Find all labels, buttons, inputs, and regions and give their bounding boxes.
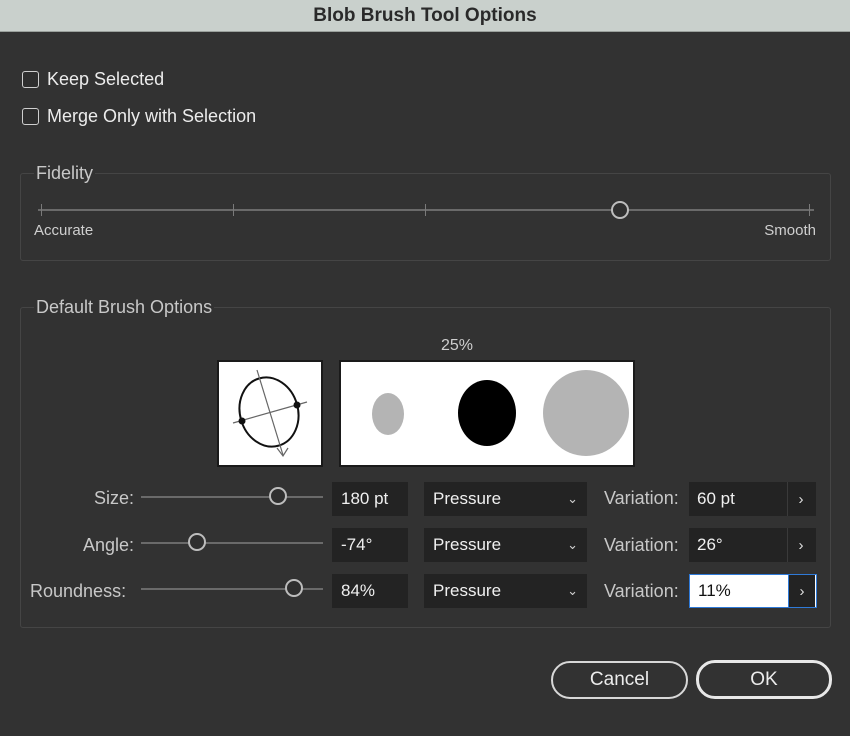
fidelity-title: Fidelity: [34, 163, 96, 184]
roundness-slider[interactable]: [141, 576, 323, 602]
keep-selected-box[interactable]: [22, 71, 39, 88]
fidelity-knob[interactable]: [611, 201, 629, 219]
dialog-titlebar: Blob Brush Tool Options: [0, 0, 850, 32]
brush-size-preview-graphic: [372, 370, 629, 456]
angle-mode-value: Pressure: [433, 535, 502, 554]
fidelity-tick: [233, 204, 234, 216]
size-variation-field[interactable]: 60 pt ›: [689, 482, 816, 516]
size-slider[interactable]: [141, 484, 323, 510]
angle-variation-value[interactable]: 26°: [689, 528, 787, 562]
dialog-title: Blob Brush Tool Options: [313, 4, 537, 26]
keep-selected-checkbox[interactable]: Keep Selected: [22, 69, 164, 90]
chevron-down-icon: ⌄: [567, 537, 578, 552]
fidelity-slider[interactable]: [38, 196, 814, 224]
merge-only-checkbox[interactable]: Merge Only with Selection: [22, 106, 256, 127]
ok-button[interactable]: OK: [696, 660, 832, 699]
size-field[interactable]: 180 pt: [332, 482, 408, 516]
roundness-mode-select[interactable]: Pressure ⌄: [424, 574, 587, 608]
chevron-right-icon[interactable]: ›: [787, 482, 814, 516]
roundness-slider-knob[interactable]: [284, 579, 303, 597]
fidelity-tick: [809, 204, 810, 216]
size-slider-track: [141, 496, 323, 498]
merge-only-box[interactable]: [22, 108, 39, 125]
roundness-field[interactable]: 84%: [332, 574, 408, 608]
merge-only-label: Merge Only with Selection: [47, 106, 257, 126]
angle-variation-label: Variation:: [604, 535, 679, 555]
fidelity-tick: [41, 204, 42, 216]
chevron-down-icon: ⌄: [567, 491, 578, 506]
chevron-right-icon[interactable]: ›: [788, 575, 815, 607]
angle-slider[interactable]: [141, 530, 323, 556]
preview-percent: 25%: [441, 337, 474, 354]
brush-options-title: Default Brush Options: [34, 297, 215, 318]
angle-label: Angle:: [82, 535, 134, 555]
size-value: 180 pt: [341, 489, 389, 508]
chevron-down-icon: ⌄: [567, 583, 578, 598]
brush-size-preview: [339, 360, 635, 467]
angle-value: -74°: [341, 535, 373, 554]
size-variation-value[interactable]: 60 pt: [689, 482, 787, 516]
size-mode-value: Pressure: [433, 489, 502, 508]
angle-variation-field[interactable]: 26° ›: [689, 528, 816, 562]
roundness-label: Roundness:: [30, 581, 127, 601]
angle-field[interactable]: -74°: [332, 528, 408, 562]
size-mode-select[interactable]: Pressure ⌄: [424, 482, 587, 516]
brush-shape-icon: [232, 369, 308, 458]
fidelity-max-label: Smooth: [764, 222, 816, 239]
angle-slider-track: [141, 542, 323, 544]
brush-shape-preview[interactable]: [217, 360, 323, 467]
angle-slider-knob[interactable]: [188, 533, 207, 551]
fidelity-track: [38, 209, 814, 211]
chevron-right-icon[interactable]: ›: [787, 528, 814, 562]
size-label: Size:: [93, 488, 134, 508]
roundness-variation-value[interactable]: 11%: [690, 575, 788, 607]
roundness-variation-field[interactable]: 11% ›: [689, 574, 817, 608]
keep-selected-label: Keep Selected: [47, 69, 165, 89]
size-slider-knob[interactable]: [268, 487, 287, 505]
size-variation-label: Variation:: [604, 488, 679, 508]
roundness-mode-value: Pressure: [433, 581, 502, 600]
roundness-variation-label: Variation:: [604, 581, 679, 601]
fidelity-tick: [425, 204, 426, 216]
roundness-value: 84%: [341, 581, 376, 600]
cancel-button[interactable]: Cancel: [551, 661, 688, 699]
fidelity-min-label: Accurate: [34, 222, 94, 239]
angle-mode-select[interactable]: Pressure ⌄: [424, 528, 587, 562]
